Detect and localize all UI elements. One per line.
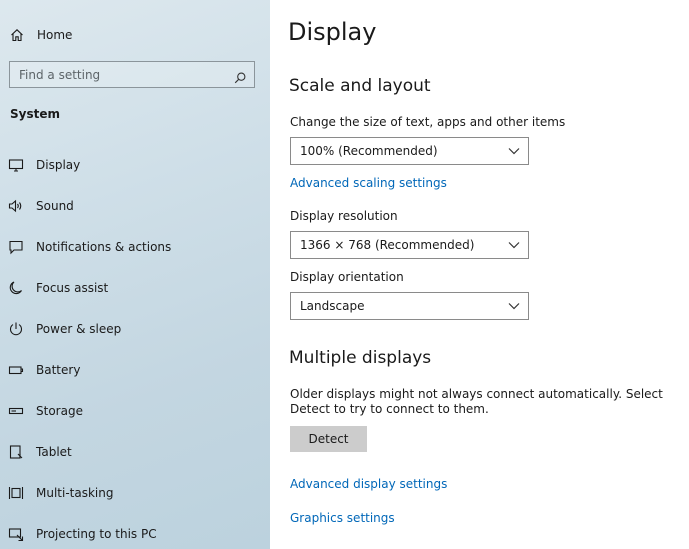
- text-size-label: Change the size of text, apps and other …: [290, 115, 566, 129]
- sidebar-item-power-sleep[interactable]: Power & sleep: [8, 317, 263, 341]
- home-icon: [10, 28, 24, 42]
- sidebar: Home System Display: [0, 0, 270, 549]
- sidebar-item-label: Power & sleep: [36, 322, 122, 336]
- sidebar-item-storage[interactable]: Storage: [8, 399, 263, 423]
- storage-icon: [8, 403, 24, 419]
- tablet-icon: [8, 444, 24, 460]
- monitor-icon: [8, 157, 24, 173]
- sidebar-item-label: Focus assist: [36, 281, 109, 295]
- resolution-value: 1366 × 768 (Recommended): [300, 238, 475, 252]
- sidebar-item-label: Sound: [36, 199, 74, 213]
- advanced-display-link[interactable]: Advanced display settings: [290, 477, 447, 491]
- sidebar-item-sound[interactable]: Sound: [8, 194, 263, 218]
- multiple-displays-heading: Multiple displays: [289, 348, 432, 368]
- sidebar-item-label: Battery: [36, 363, 81, 377]
- sidebar-item-tablet[interactable]: Tablet: [8, 440, 263, 464]
- chevron-down-icon: [508, 144, 520, 158]
- speaker-icon: [8, 198, 24, 214]
- search-box[interactable]: [9, 61, 255, 88]
- sidebar-item-projecting[interactable]: Projecting to this PC: [8, 522, 263, 546]
- home-label: Home: [37, 28, 73, 42]
- search-icon[interactable]: [234, 69, 246, 83]
- resolution-label: Display resolution: [290, 209, 398, 223]
- sidebar-item-label: Storage: [36, 404, 83, 418]
- chevron-down-icon: [508, 238, 520, 252]
- power-icon: [8, 321, 24, 337]
- sidebar-item-notifications[interactable]: Notifications & actions: [8, 235, 263, 259]
- resolution-dropdown[interactable]: 1366 × 768 (Recommended): [290, 231, 529, 259]
- search-input[interactable]: [19, 67, 219, 82]
- detect-button[interactable]: Detect: [290, 426, 367, 452]
- sidebar-item-label: Display: [36, 158, 81, 172]
- sidebar-item-multitasking[interactable]: Multi-tasking: [8, 481, 263, 505]
- advanced-scaling-link[interactable]: Advanced scaling settings: [290, 176, 447, 190]
- section-title: System: [10, 107, 60, 121]
- scale-layout-heading: Scale and layout: [289, 76, 431, 96]
- sidebar-item-label: Projecting to this PC: [36, 527, 157, 541]
- orientation-dropdown[interactable]: Landscape: [290, 292, 529, 320]
- multiple-displays-description: Older displays might not always connect …: [290, 387, 663, 416]
- orientation-label: Display orientation: [290, 270, 404, 284]
- sidebar-item-label: Tablet: [36, 445, 72, 459]
- sidebar-item-battery[interactable]: Battery: [8, 358, 263, 382]
- multitasking-icon: [8, 485, 24, 501]
- sidebar-item-focus-assist[interactable]: Focus assist: [8, 276, 263, 300]
- scale-value: 100% (Recommended): [300, 144, 438, 158]
- home-link[interactable]: Home: [10, 23, 72, 47]
- main-content: Display Scale and layout Change the size…: [270, 0, 689, 549]
- projecting-icon: [8, 526, 24, 542]
- graphics-settings-link[interactable]: Graphics settings: [290, 511, 395, 525]
- scale-dropdown[interactable]: 100% (Recommended): [290, 137, 529, 165]
- moon-icon: [8, 280, 24, 296]
- page-title: Display: [288, 18, 377, 46]
- sidebar-item-display[interactable]: Display: [8, 153, 263, 177]
- orientation-value: Landscape: [300, 299, 365, 313]
- notification-icon: [8, 239, 24, 255]
- chevron-down-icon: [508, 299, 520, 313]
- settings-window: Home System Display: [0, 0, 689, 549]
- sidebar-item-label: Multi-tasking: [36, 486, 114, 500]
- sidebar-item-label: Notifications & actions: [36, 240, 172, 254]
- battery-icon: [8, 362, 24, 378]
